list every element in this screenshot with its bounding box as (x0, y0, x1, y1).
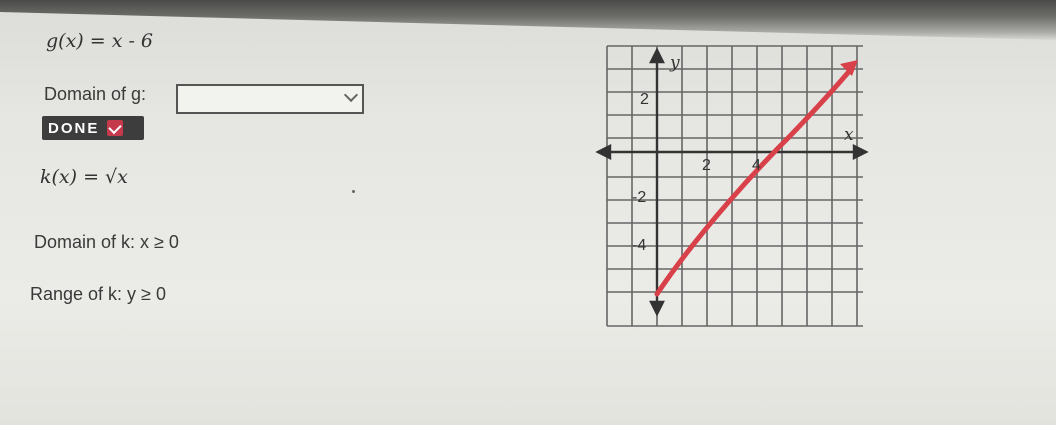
chevron-down-icon (343, 87, 359, 103)
plotted-line (654, 65, 855, 297)
y-axis-down-arrow (649, 300, 665, 317)
x-axis-label: x (844, 125, 854, 145)
question-panel: g(x) = x - 6 Domain of g: DONE k(x) = √x… (0, 0, 1056, 425)
x-axis-left-arrow (595, 144, 612, 160)
stray-dot (352, 190, 355, 193)
x-tick-label-4: 4 (752, 157, 761, 174)
coordinate-graph: y x 2 4 2 -2 -4 (595, 45, 869, 327)
y-tick-label-neg4: -4 (632, 237, 646, 254)
g-domain-label: Domain of g: (44, 84, 147, 104)
y-axis-label: y (669, 53, 680, 73)
k-domain-text: Domain of k: x ≥ 0 (34, 232, 179, 252)
x-axis-right-arrow (852, 144, 869, 160)
k-range-text: Range of k: y ≥ 0 (30, 284, 166, 304)
done-button[interactable]: DONE (42, 116, 144, 140)
y-axis-up-arrow (649, 47, 665, 64)
done-label: DONE (48, 119, 100, 137)
x-tick-label-2: 2 (702, 157, 711, 174)
grid (606, 45, 863, 327)
g-equation: g(x) = x - 6 (46, 30, 154, 52)
k-equation: k(x) = √x (40, 166, 128, 188)
y-tick-label-neg2: -2 (632, 189, 646, 206)
y-tick-label-2: 2 (640, 91, 649, 108)
g-domain-dropdown[interactable] (176, 84, 364, 114)
checkmark-icon (107, 120, 124, 136)
